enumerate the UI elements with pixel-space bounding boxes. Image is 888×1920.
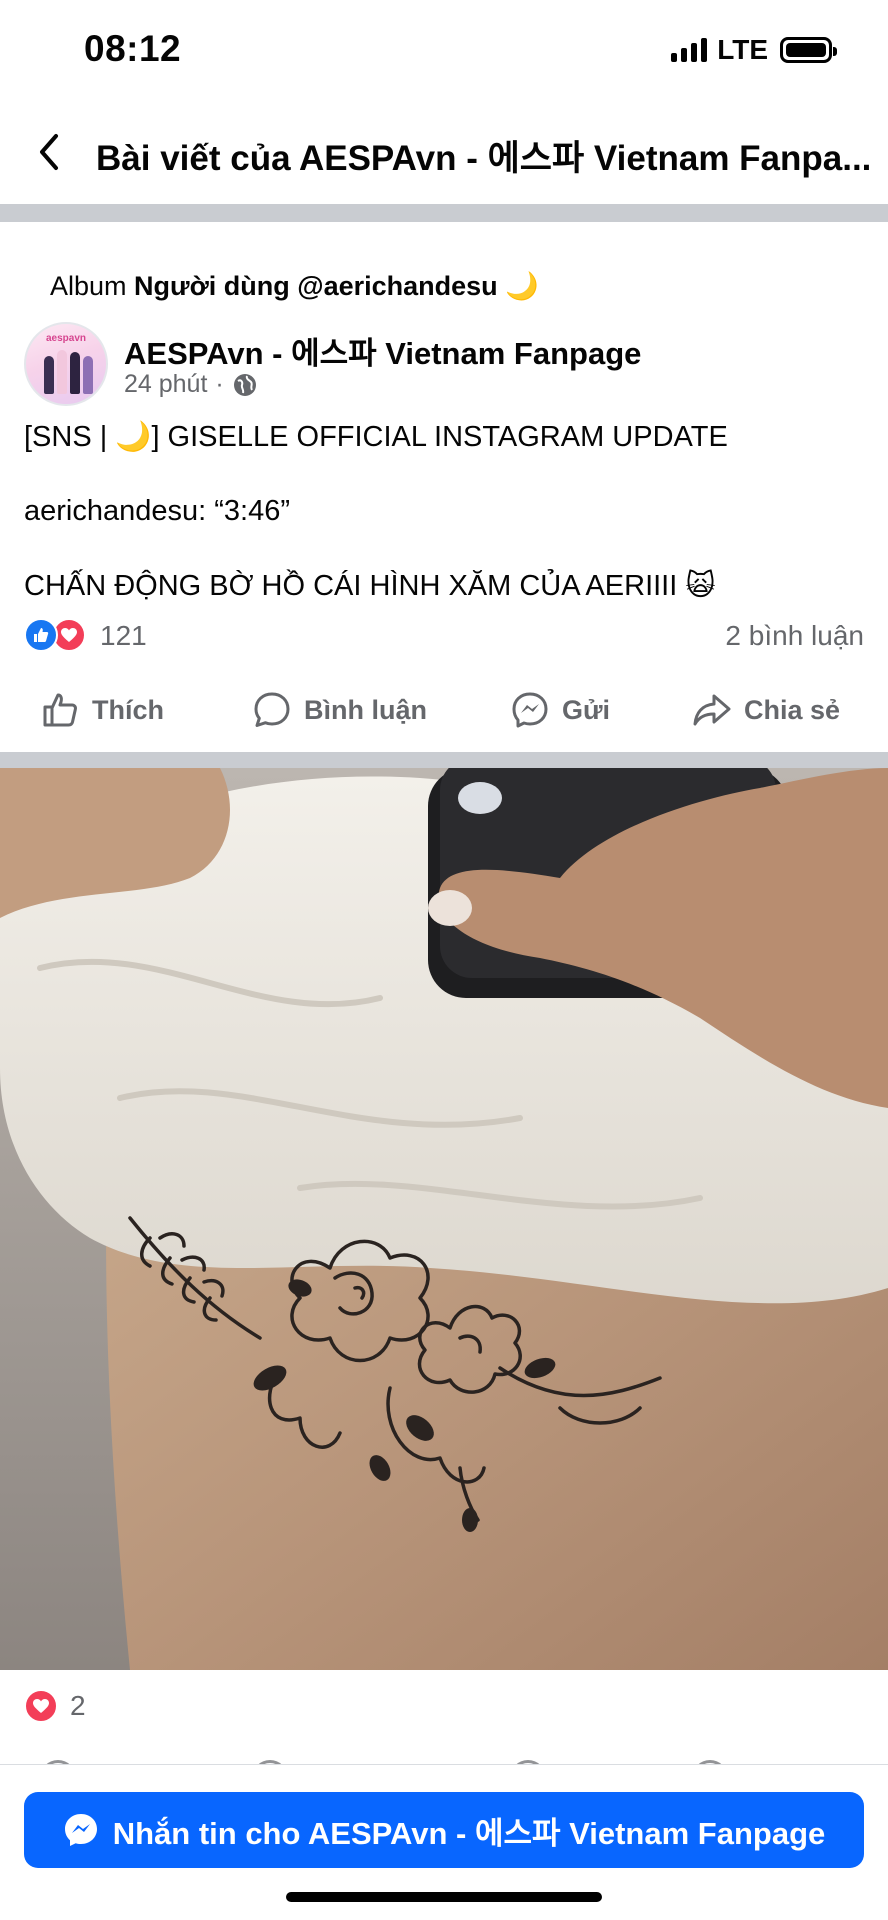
meta-separator: · xyxy=(215,370,224,398)
network-label: LTE xyxy=(717,34,768,65)
section-divider xyxy=(0,752,888,768)
like-button[interactable]: Thích xyxy=(40,690,164,730)
photo-reactions[interactable]: 2 xyxy=(24,1688,86,1724)
post-actions: Thích Bình luận Gửi Chia sẻ xyxy=(0,680,888,740)
home-indicator[interactable] xyxy=(286,1892,602,1902)
status-icons: LTE xyxy=(671,34,837,66)
tattoo-photo-illustration xyxy=(0,768,888,1670)
signal-icon xyxy=(671,38,708,62)
messenger-icon xyxy=(512,692,548,728)
post-text-line: [SNS | 🌙] GISELLE OFFICIAL INSTAGRAM UPD… xyxy=(24,421,728,453)
message-page-button[interactable]: Nhắn tin cho AESPAvn - 에스파 Vietnam Fanpa… xyxy=(24,1792,864,1868)
reactions-summary[interactable]: 121 2 bình luận xyxy=(24,618,864,656)
love-reaction-icon xyxy=(24,1689,58,1723)
section-divider xyxy=(0,204,888,222)
album-prefix: Album xyxy=(50,271,127,301)
album-line[interactable]: Album Người dùng @aerichandesu 🌙 xyxy=(50,270,539,302)
message-button-label: Nhắn tin cho AESPAvn - 에스파 Vietnam Fanpa… xyxy=(112,1815,826,1851)
avatar[interactable]: aespavn xyxy=(24,322,108,406)
comment-label: Bình luận xyxy=(304,694,427,725)
avatar-brand-text: aespavn xyxy=(45,333,87,344)
share-label: Chia sẻ xyxy=(744,694,841,725)
album-name[interactable]: Người dùng @aerichandesu 🌙 xyxy=(134,271,539,301)
share-button[interactable]: Chia sẻ xyxy=(692,690,840,730)
send-button[interactable]: Gửi xyxy=(510,690,610,730)
status-bar: 08:12 LTE xyxy=(0,0,888,100)
globe-icon xyxy=(233,373,256,396)
post-text-line: aerichandesu: “3:46” xyxy=(24,495,290,527)
post-text-line: CHẤN ĐỘNG BỜ HỒ CÁI HÌNH XĂM CỦA AERIIII… xyxy=(24,570,716,602)
post-meta: 24 phút · xyxy=(124,370,258,399)
page-name[interactable]: AESPAvn - 에스파 Vietnam Fanpage xyxy=(124,328,641,373)
status-time: 08:12 xyxy=(84,28,182,69)
like-label: Thích xyxy=(92,694,164,725)
photo-reaction-count: 2 xyxy=(70,1690,86,1721)
send-label: Gửi xyxy=(562,694,611,725)
reaction-icons xyxy=(24,618,86,652)
like-icon xyxy=(43,693,77,727)
post-photo[interactable] xyxy=(0,768,888,1670)
messenger-icon xyxy=(64,1814,97,1846)
battery-icon xyxy=(780,37,837,63)
nav-header: Bài viết của AESPAvn - 에스파 Vietnam Fanpa… xyxy=(0,100,888,204)
post-time[interactable]: 24 phút xyxy=(124,370,207,399)
like-reaction-icon xyxy=(24,618,58,652)
comment-count[interactable]: 2 bình luận xyxy=(725,620,864,652)
page-title: Bài viết của AESPAvn - 에스파 Vietnam Fanpa… xyxy=(96,139,872,178)
reaction-count: 121 xyxy=(100,620,147,651)
comment-button[interactable]: Bình luận xyxy=(252,690,427,730)
share-icon xyxy=(693,694,731,726)
comment-icon xyxy=(254,692,290,727)
chevron-left-icon[interactable] xyxy=(30,128,70,176)
